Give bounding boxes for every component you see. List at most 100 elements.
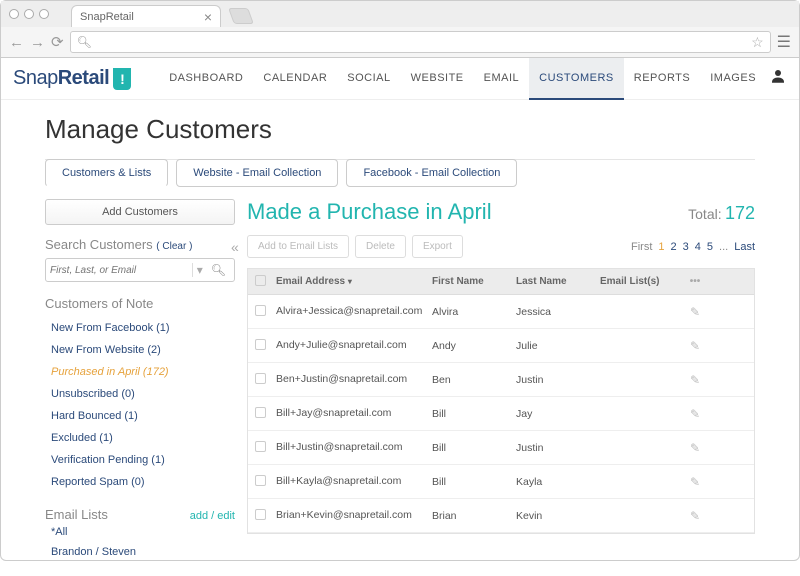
bookmark-star-icon[interactable]: ☆ [751, 34, 764, 51]
row-checkbox[interactable] [255, 339, 266, 350]
note-item[interactable]: Hard Bounced (1) [45, 405, 235, 427]
nav-website[interactable]: WEBSITE [401, 58, 474, 100]
edit-row-icon[interactable]: ✎ [690, 373, 700, 387]
row-checkbox[interactable] [255, 509, 266, 520]
note-item[interactable]: New From Facebook (1) [45, 317, 235, 339]
search-input-wrap: ▾ 🔍︎ [45, 258, 235, 282]
table-row: Andy+Julie@snapretail.comAndyJulie✎ [248, 329, 754, 363]
pager-page[interactable]: 2 [671, 241, 677, 253]
cell-firstname: Ben [432, 374, 516, 386]
list-title: Made a Purchase in April [247, 199, 492, 225]
url-bar[interactable]: 🔍︎ ☆ [70, 31, 771, 53]
search-go-icon[interactable]: 🔍︎ [207, 263, 230, 277]
clear-search-link[interactable]: ( Clear ) [156, 241, 192, 252]
action-export[interactable]: Export [412, 235, 463, 258]
edit-row-icon[interactable]: ✎ [690, 509, 700, 523]
back-icon[interactable]: ← [9, 34, 24, 51]
edit-row-icon[interactable]: ✎ [690, 305, 700, 319]
email-lists-heading: Email Lists [45, 507, 108, 522]
cell-lastname: Jay [516, 408, 600, 420]
col-lastname-header[interactable]: Last Name [516, 276, 600, 287]
note-item[interactable]: Unsubscribed (0) [45, 383, 235, 405]
nav-social[interactable]: SOCIAL [337, 58, 400, 100]
table-row: Brian+Kevin@snapretail.comBrianKevin✎ [248, 499, 754, 533]
cell-lastname: Justin [516, 442, 600, 454]
row-checkbox[interactable] [255, 305, 266, 316]
url-input[interactable] [92, 35, 751, 49]
table-row: Bill+Jay@snapretail.comBillJay✎ [248, 397, 754, 431]
new-tab-button[interactable] [228, 8, 254, 24]
close-tab-icon[interactable]: × [204, 9, 212, 25]
total-count: 172 [725, 203, 755, 223]
tab-1[interactable]: Website - Email Collection [176, 159, 338, 187]
customers-table: Email Address ▾ First Name Last Name Ema… [247, 268, 755, 534]
col-emaillists-header[interactable]: Email List(s) [600, 276, 680, 287]
table-row: Bill+Kayla@snapretail.comBillKayla✎ [248, 465, 754, 499]
email-list-item[interactable]: *All [45, 522, 235, 542]
row-checkbox[interactable] [255, 373, 266, 384]
action-add-to-email-lists[interactable]: Add to Email Lists [247, 235, 349, 258]
edit-row-icon[interactable]: ✎ [690, 441, 700, 455]
table-row: Ben+Justin@snapretail.comBenJustin✎ [248, 363, 754, 397]
cell-firstname: Bill [432, 408, 516, 420]
note-item[interactable]: Purchased in April (172) [45, 361, 235, 383]
pager-ellipsis[interactable]: ... [719, 241, 728, 253]
pager-page[interactable]: 1 [658, 241, 664, 253]
edit-row-icon[interactable]: ✎ [690, 339, 700, 353]
nav-reports[interactable]: REPORTS [624, 58, 700, 100]
nav-customers[interactable]: CUSTOMERS [529, 58, 624, 100]
note-item[interactable]: Reported Spam (0) [45, 471, 235, 493]
pager-page[interactable]: 5 [707, 241, 713, 253]
search-customers-heading: Search Customers ( Clear ) [45, 237, 235, 252]
edit-row-icon[interactable]: ✎ [690, 407, 700, 421]
action-delete[interactable]: Delete [355, 235, 406, 258]
note-item[interactable]: Verification Pending (1) [45, 449, 235, 471]
col-actions-header[interactable]: ••• [680, 276, 710, 287]
search-customers-input[interactable] [50, 265, 192, 276]
pager-page[interactable]: 3 [683, 241, 689, 253]
row-checkbox[interactable] [255, 407, 266, 418]
main-area: « Made a Purchase in April Total: 172 Ad… [247, 199, 755, 576]
add-edit-lists-link[interactable]: add / edit [190, 510, 235, 522]
cell-email: Brian+Kevin@snapretail.com [272, 509, 432, 522]
cell-firstname: Andy [432, 340, 516, 352]
note-item[interactable]: Excluded (1) [45, 427, 235, 449]
row-checkbox[interactable] [255, 475, 266, 486]
forward-icon[interactable]: → [30, 34, 45, 51]
nav-calendar[interactable]: CALENDAR [253, 58, 337, 100]
cell-email: Bill+Kayla@snapretail.com [272, 475, 432, 488]
cell-lastname: Kevin [516, 510, 600, 522]
cell-email: Andy+Julie@snapretail.com [272, 339, 432, 352]
add-customers-button[interactable]: Add Customers [45, 199, 235, 225]
edit-row-icon[interactable]: ✎ [690, 475, 700, 489]
tab-0[interactable]: Customers & Lists [45, 159, 168, 187]
row-checkbox[interactable] [255, 441, 266, 452]
nav-dashboard[interactable]: DASHBOARD [159, 58, 253, 100]
note-item[interactable]: New From Website (2) [45, 339, 235, 361]
reload-icon[interactable]: ⟳ [51, 33, 64, 51]
col-email-header[interactable]: Email Address ▾ [272, 276, 432, 287]
customers-of-note-heading: Customers of Note [45, 296, 235, 311]
cell-lastname: Jessica [516, 306, 600, 318]
collapse-sidebar-icon[interactable]: « [231, 239, 239, 255]
pager-first[interactable]: First [631, 241, 652, 253]
nav-email[interactable]: EMAIL [474, 58, 530, 100]
menu-icon[interactable]: ☰ [777, 32, 791, 52]
tab-2[interactable]: Facebook - Email Collection [346, 159, 517, 187]
page-tabs: Customers & Lists Website - Email Collect… [45, 159, 755, 187]
logo-mark-icon: ! [113, 68, 131, 90]
col-firstname-header[interactable]: First Name [432, 276, 516, 287]
window-controls[interactable] [9, 9, 49, 19]
search-dropdown-icon[interactable]: ▾ [192, 263, 207, 277]
total-label: Total: [688, 206, 721, 222]
pager-page[interactable]: 4 [695, 241, 701, 253]
browser-tab[interactable]: SnapRetail × [71, 5, 221, 27]
select-all-checkbox[interactable] [255, 275, 266, 286]
user-icon[interactable] [769, 67, 787, 90]
table-header: Email Address ▾ First Name Last Name Ema… [248, 269, 754, 295]
nav-images[interactable]: IMAGES [700, 58, 766, 100]
pager-last[interactable]: Last [734, 241, 755, 253]
cell-firstname: Alvira [432, 306, 516, 318]
logo[interactable]: SnapRetail ! [13, 67, 131, 90]
email-list-item[interactable]: Brandon / Steven [45, 542, 235, 562]
